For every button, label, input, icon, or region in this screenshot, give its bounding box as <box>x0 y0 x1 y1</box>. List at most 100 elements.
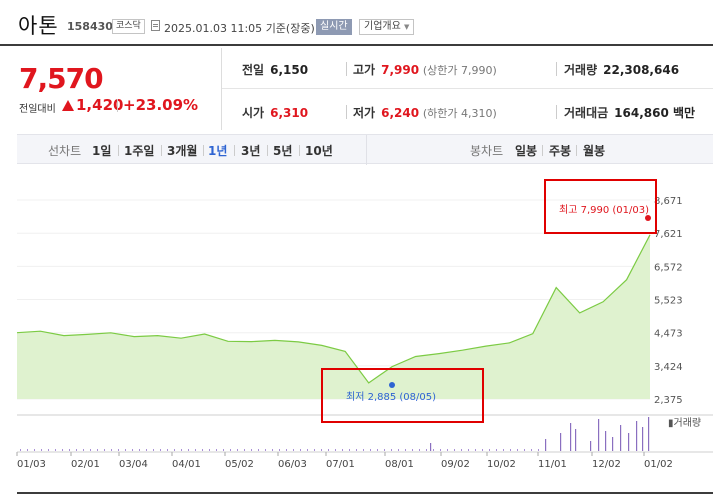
volume-bar <box>605 431 607 451</box>
volume-bar <box>181 449 182 451</box>
volume-bar <box>560 433 562 451</box>
stat-high: 고가 7,990 (상한가 7,990) <box>353 63 497 77</box>
y-tick-label: 3,424 <box>654 362 683 373</box>
document-icon[interactable] <box>151 20 160 31</box>
stock-header: 아톤 158430 코스닥 2025.01.03 11:05 기준(장중) 실시… <box>0 0 713 46</box>
x-tick-label: 12/02 <box>592 459 621 470</box>
divider <box>203 145 204 156</box>
volume-bar <box>97 449 98 451</box>
up-triangle-icon <box>62 100 74 111</box>
tab-period-5y[interactable]: 5년 <box>273 142 292 159</box>
volume-bar <box>433 449 434 451</box>
volume-bar <box>69 449 70 451</box>
volume-bar <box>216 449 217 451</box>
volume-bar <box>62 449 63 451</box>
tab-period-10y[interactable]: 10년 <box>305 142 333 159</box>
x-tick-label: 01/02 <box>644 459 673 470</box>
volume-bar <box>482 449 483 451</box>
tab-period-1w[interactable]: 1주일 <box>124 142 154 159</box>
volume-bar <box>524 449 525 451</box>
line-chart-label[interactable]: 선차트 <box>48 142 81 159</box>
volume-bar <box>223 449 224 451</box>
stat-open: 시가 6,310 <box>242 106 309 120</box>
divider <box>299 145 300 156</box>
volume-bar <box>419 449 420 451</box>
tab-candle-daily[interactable]: 일봉 <box>515 142 537 159</box>
current-price: 7,570 <box>19 62 104 95</box>
volume-bar <box>489 449 490 451</box>
divider <box>366 135 367 165</box>
divider <box>267 145 268 156</box>
volume-bar <box>76 449 77 451</box>
divider <box>556 62 557 76</box>
volume-bar <box>293 449 294 451</box>
change-percent: +23.09% <box>123 96 199 114</box>
volume-bar <box>620 425 622 451</box>
x-tick-label: 10/02 <box>487 459 516 470</box>
tab-period-1d[interactable]: 1일 <box>92 142 111 159</box>
y-tick-label: 2,375 <box>654 395 683 406</box>
volume-bar <box>55 449 56 451</box>
candle-chart-label[interactable]: 봉차트 <box>470 142 503 159</box>
y-tick-label: 5,523 <box>654 296 683 307</box>
x-tick-label: 07/01 <box>326 459 355 470</box>
divider <box>161 145 162 156</box>
volume-bar <box>590 441 592 451</box>
volume-bar <box>531 449 532 451</box>
volume-bar <box>111 449 112 451</box>
tab-period-3y[interactable]: 3년 <box>241 142 260 159</box>
stock-code: 158430 <box>67 20 113 33</box>
volume-bar <box>342 449 343 451</box>
x-tick-label: 03/04 <box>119 459 148 470</box>
price-panel: 7,570 전일대비 1,420 +23.09% <box>0 48 222 130</box>
volume-bar <box>612 437 614 451</box>
volume-bar <box>251 449 252 451</box>
volume-bar <box>314 449 315 451</box>
volume-bar <box>153 449 154 451</box>
min-price-label: 최저 2,885 (08/05) <box>346 391 436 403</box>
volume-bar <box>146 449 147 451</box>
change-label: 전일대비 <box>19 104 56 115</box>
tab-period-3m[interactable]: 3개월 <box>167 142 197 159</box>
volume-bar <box>132 449 133 451</box>
x-tick-label: 05/02 <box>225 459 254 470</box>
volume-bar <box>426 449 427 451</box>
tab-candle-weekly[interactable]: 주봉 <box>549 142 571 159</box>
volume-bar <box>598 419 600 451</box>
divider <box>346 105 347 119</box>
tab-period-1y[interactable]: 1년 <box>208 142 227 159</box>
volume-bar <box>321 449 322 451</box>
x-tick-label: 08/01 <box>385 459 414 470</box>
volume-bar <box>188 449 189 451</box>
volume-bar <box>195 449 196 451</box>
volume-bar <box>104 449 105 451</box>
x-tick-label: 02/01 <box>71 459 100 470</box>
volume-bar <box>430 443 432 451</box>
chart-tab-bar: 선차트 1일 1주일 3개월 1년 3년 5년 10년 봉차트 일봉 주봉 월봉 <box>17 134 713 165</box>
company-overview-dropdown[interactable]: 기업개요 ▼ <box>359 19 415 35</box>
stats-grid: 전일 6,150 고가 7,990 (상한가 7,990) 거래량 22,308,64… <box>222 48 713 130</box>
realtime-button[interactable]: 실시간 <box>316 19 352 35</box>
volume-bar <box>461 449 462 451</box>
volume-bar <box>307 449 308 451</box>
volume-bar <box>628 433 630 451</box>
max-price-marker <box>645 215 651 221</box>
volume-bar <box>575 429 577 451</box>
volume-bar <box>230 449 231 451</box>
stat-low: 저가 6,240 (하한가 4,310) <box>353 106 497 120</box>
divider <box>117 99 118 112</box>
volume-bar <box>118 449 119 451</box>
volume-bar <box>174 449 175 451</box>
volume-bar <box>398 449 399 451</box>
volume-bar <box>48 449 49 451</box>
divider <box>346 62 347 76</box>
volume-bar <box>377 449 378 451</box>
stat-prev: 전일 6,150 <box>242 63 309 77</box>
price-chart[interactable]: 8,671 7,621 6,572 5,523 4,473 3,424 2,375 ▮거래량… <box>0 166 713 495</box>
stat-amount: 거래대금 164,860 백만 <box>564 106 696 120</box>
divider <box>234 145 235 156</box>
volume-bar <box>496 449 497 451</box>
volume-bar <box>384 449 385 451</box>
tab-candle-monthly[interactable]: 월봉 <box>583 142 605 159</box>
min-price-marker <box>389 382 395 388</box>
